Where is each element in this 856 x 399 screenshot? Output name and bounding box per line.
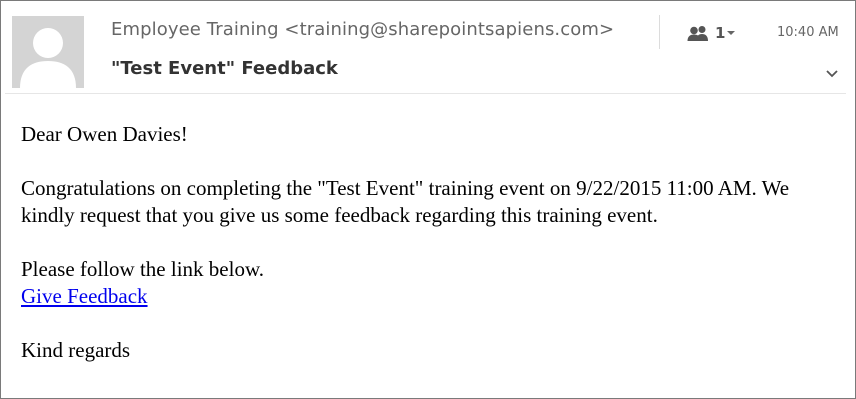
body-paragraph: Congratulations on completing the "Test … <box>21 176 790 227</box>
message-body: Dear Owen Davies! Congratulations on com… <box>21 121 821 391</box>
header-separator <box>5 93 846 94</box>
recipients-count: 1 <box>715 24 726 42</box>
sender-avatar[interactable] <box>12 16 84 88</box>
message-subject: "Test Event" Feedback <box>111 58 338 79</box>
message-header: Employee Training <training@sharepointsa… <box>1 1 855 93</box>
email-reading-pane: Employee Training <training@sharepointsa… <box>0 0 856 399</box>
recipients-button[interactable]: 1 <box>687 23 736 43</box>
follow-instruction: Please follow the link below. <box>21 257 265 281</box>
closing: Kind regards <box>21 338 131 362</box>
message-time: 10:40 AM <box>777 25 839 40</box>
people-icon <box>687 26 708 41</box>
caret-down-icon <box>727 31 736 35</box>
person-silhouette-icon <box>12 16 84 88</box>
chevron-down-icon <box>826 70 838 78</box>
header-divider <box>659 15 660 49</box>
greeting: Dear Owen Davies! <box>21 122 188 146</box>
give-feedback-link[interactable]: Give Feedback <box>21 284 148 308</box>
sender-name[interactable]: Employee Training <training@sharepointsa… <box>111 19 614 40</box>
expand-header-button[interactable] <box>825 67 839 79</box>
